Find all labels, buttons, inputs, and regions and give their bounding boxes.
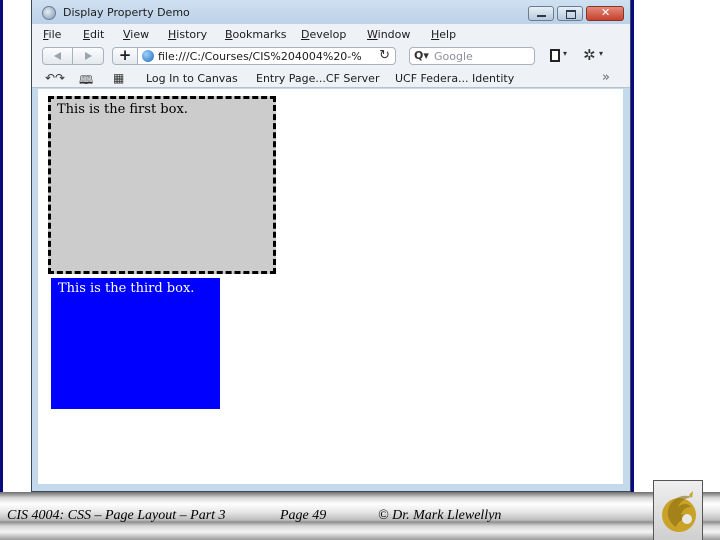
top-sites-icon[interactable]: ▦	[113, 71, 124, 85]
menu-develop[interactable]: Develop	[301, 28, 346, 41]
forward-button[interactable]	[74, 48, 104, 64]
menu-view[interactable]: View	[123, 28, 149, 41]
search-placeholder: Google	[434, 50, 473, 63]
logo-box	[653, 480, 703, 540]
add-bookmark-button[interactable]: +	[112, 47, 138, 65]
app-icon	[42, 6, 56, 20]
bookmark-entry-page[interactable]: Entry Page...CF Server	[256, 72, 379, 85]
browser-window: Display Property Demo File Edit View His…	[31, 0, 631, 492]
slide-right-border	[631, 0, 634, 492]
bookmarks-overflow-icon[interactable]: »	[602, 70, 610, 85]
menu-edit[interactable]: Edit	[83, 28, 104, 41]
globe-icon	[142, 50, 154, 62]
third-box-text: This is the third box.	[58, 281, 195, 296]
bookmarks-bar: ↶↷ 🕮 ▦ Log In to Canvas Entry Page...CF …	[32, 68, 630, 88]
title-bar: Display Property Demo	[32, 0, 630, 24]
navigation-bar: + file:///C:/Courses/CIS%204004%20-% ↻ Q…	[32, 44, 630, 68]
page-menu-caret-icon[interactable]: ▾	[563, 49, 567, 58]
footer-page: Page 49	[280, 508, 327, 523]
bookmark-ucf-federated[interactable]: UCF Federa... Identity	[395, 72, 514, 85]
address-bar[interactable]: file:///C:/Courses/CIS%204004%20-% ↻	[138, 47, 396, 65]
reload-icon[interactable]: ↻	[379, 48, 390, 63]
footer-course: CIS 4004: CSS – Page Layout – Part 3	[7, 508, 226, 523]
search-input[interactable]: Q▾ Google	[409, 47, 535, 65]
url-text: file:///C:/Courses/CIS%204004%20-%	[158, 50, 362, 63]
first-box-text: This is the first box.	[57, 102, 188, 117]
page-viewport: This is the first box. This is the third…	[38, 89, 623, 484]
bookmark-canvas[interactable]: Log In to Canvas	[146, 72, 238, 85]
tools-menu-caret-icon[interactable]: ▾	[599, 49, 603, 58]
first-box: This is the first box.	[48, 96, 276, 274]
ucf-pegasus-logo-icon	[662, 491, 696, 532]
menu-help[interactable]: Help	[431, 28, 456, 41]
slide-left-border	[0, 0, 3, 492]
menu-window[interactable]: Window	[367, 28, 410, 41]
window-title: Display Property Demo	[63, 6, 190, 19]
menu-file[interactable]: File	[43, 28, 61, 41]
history-icon[interactable]: ↶↷	[45, 71, 65, 85]
back-button[interactable]	[43, 48, 73, 64]
menu-bar: File Edit View History Bookmarks Develop…	[32, 24, 630, 44]
back-forward-group	[42, 47, 104, 65]
menu-history[interactable]: History	[168, 28, 207, 41]
minimize-button[interactable]	[528, 6, 554, 21]
footer-author: © Dr. Mark Llewellyn	[378, 508, 502, 523]
maximize-button[interactable]	[557, 6, 583, 21]
gear-icon[interactable]: ✲	[583, 46, 596, 64]
browser-chrome: File Edit View History Bookmarks Develop…	[32, 24, 630, 88]
page-menu-icon[interactable]	[550, 49, 560, 62]
third-box: This is the third box.	[51, 278, 220, 409]
menu-bookmarks[interactable]: Bookmarks	[225, 28, 286, 41]
close-button[interactable]	[586, 6, 624, 21]
search-icon[interactable]: Q▾	[414, 49, 429, 62]
